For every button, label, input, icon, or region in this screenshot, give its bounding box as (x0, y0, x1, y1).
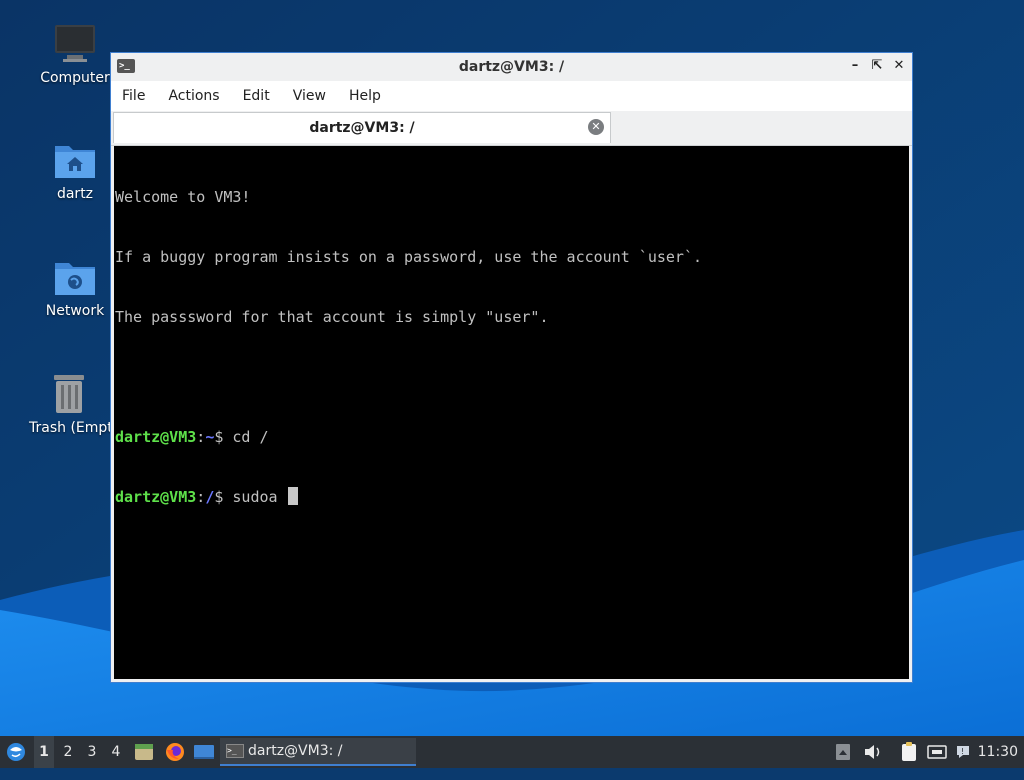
terminal-prompt-line: dartz@VM3:~$ cd / (115, 427, 909, 447)
desktop-icon[interactable] (193, 736, 215, 768)
workspace-2[interactable]: 2 (58, 736, 78, 768)
maximize-button[interactable]: ⇱ (870, 58, 884, 74)
workspace-3[interactable]: 3 (82, 736, 102, 768)
menu-file[interactable]: File (117, 88, 163, 104)
prompt-path: ~ (205, 428, 215, 446)
prompt-separator: : (196, 488, 206, 506)
text-cursor (287, 487, 298, 505)
computer-icon (53, 22, 97, 66)
workspace-1[interactable]: 1 (34, 736, 54, 768)
lxqt-logo-icon (7, 743, 25, 761)
terminal-line: If a buggy program insists on a password… (115, 248, 702, 266)
taskbar-window-label: dartz@VM3: / (248, 743, 343, 759)
firefox-icon[interactable] (163, 736, 187, 768)
tray-up-icon[interactable] (834, 736, 852, 768)
menu-bar: File Actions Edit View Help (111, 81, 912, 111)
menu-view[interactable]: View (288, 88, 344, 104)
minimize-button[interactable]: – (848, 58, 862, 74)
terminal-line: The passsword for that account is simply… (115, 308, 549, 326)
tab-title: dartz@VM3: / (309, 120, 415, 136)
tab-bar: dartz@VM3: / ✕ (111, 111, 912, 146)
terminal-prompt-line: dartz@VM3:/$ sudoa (115, 487, 909, 507)
menu-help[interactable]: Help (344, 88, 399, 104)
network-icon[interactable] (926, 736, 948, 768)
terminal-task-icon: >_ (226, 744, 244, 758)
terminal-line: Welcome to VM3! (115, 188, 251, 206)
clipboard-icon[interactable] (899, 736, 919, 768)
home-folder-icon (53, 138, 97, 182)
terminal-window[interactable]: >_ dartz@VM3: / – ⇱ ✕ File Actions Edit … (110, 52, 913, 683)
prompt-command-input[interactable]: sudoa (232, 488, 286, 506)
prompt-symbol: $ (214, 428, 233, 446)
svg-text:!: ! (961, 747, 964, 756)
volume-icon[interactable] (862, 736, 884, 768)
tab-close-icon[interactable]: ✕ (588, 119, 604, 135)
menu-actions[interactable]: Actions (163, 88, 237, 104)
desktop-icon-trash[interactable]: Trash (Empt (19, 372, 119, 436)
prompt-user: dartz@VM3 (115, 488, 197, 506)
start-menu-button[interactable] (4, 736, 28, 768)
terminal-output[interactable]: Welcome to VM3! If a buggy program insis… (114, 146, 909, 679)
notification-icon[interactable]: ! (953, 736, 973, 768)
prompt-user: dartz@VM3 (115, 428, 197, 446)
trash-icon (47, 372, 91, 416)
window-title: dartz@VM3: / (458, 59, 565, 75)
workspace-4[interactable]: 4 (106, 736, 126, 768)
taskbar: 1 2 3 4 >_ dartz@VM3: / ! 11:30 (0, 736, 1024, 768)
desktop-icon-label: Trash (Empt (29, 420, 113, 436)
prompt-separator: : (196, 428, 206, 446)
taskbar-window-button[interactable]: >_ dartz@VM3: / (220, 738, 416, 766)
menu-edit[interactable]: Edit (238, 88, 288, 104)
prompt-symbol: $ (214, 488, 233, 506)
window-titlebar[interactable]: >_ dartz@VM3: / – ⇱ ✕ (111, 53, 912, 81)
file-manager-icon[interactable] (133, 736, 155, 768)
clock[interactable]: 11:30 (978, 736, 1018, 768)
prompt-path: / (205, 488, 215, 506)
close-button[interactable]: ✕ (892, 58, 906, 74)
prompt-command: cd / (232, 428, 269, 446)
terminal-tab[interactable]: dartz@VM3: / ✕ (113, 112, 611, 143)
network-folder-icon (53, 255, 97, 299)
